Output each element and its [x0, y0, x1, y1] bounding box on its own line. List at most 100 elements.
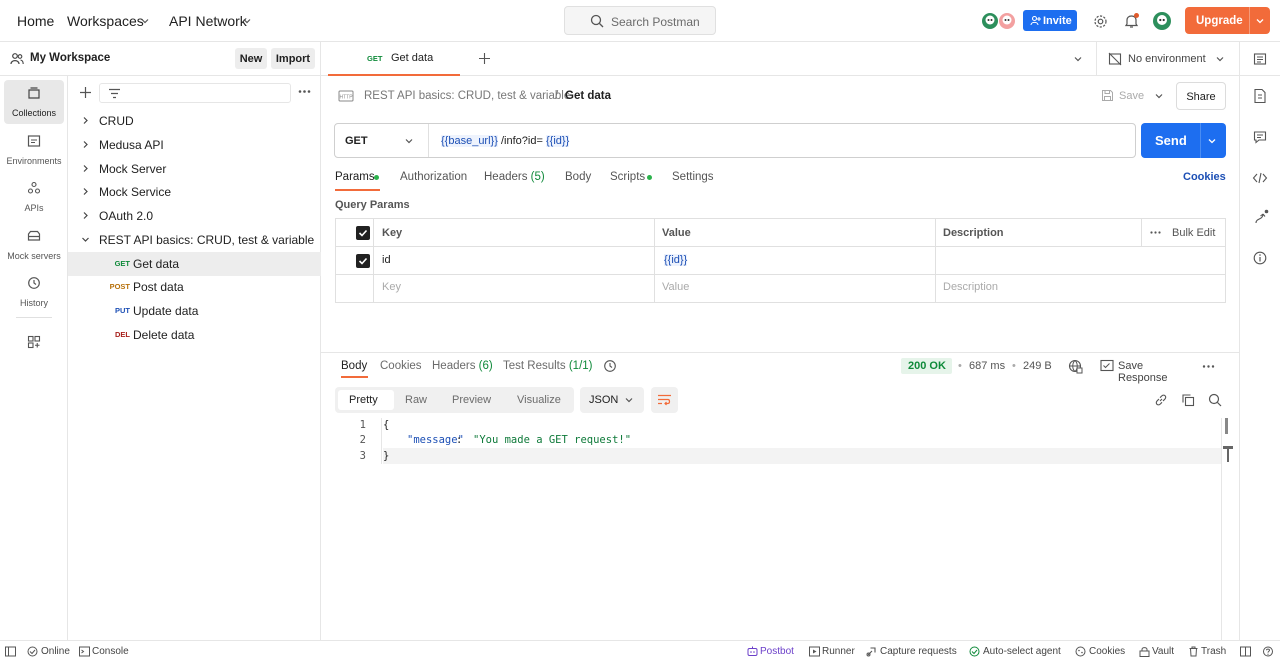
tab-get-data[interactable]: GET Get data [328, 42, 460, 76]
param-value-cell[interactable]: {{id}} [664, 254, 688, 266]
url-input[interactable]: {{base_url}} /info?id= {{id}} [439, 132, 1129, 150]
breadcrumb-collection[interactable]: REST API basics: CRUD, test & variable [364, 90, 570, 102]
new-param-value-input[interactable]: Value [662, 281, 689, 293]
method-value: GET [345, 135, 368, 147]
code-snippet-icon[interactable] [1252, 171, 1268, 185]
format-select[interactable]: JSON [580, 387, 644, 413]
rail-mock-servers[interactable]: Mock servers [4, 223, 64, 267]
request-item-post-data[interactable]: POST Post data [68, 275, 321, 299]
share-button[interactable]: Share [1176, 82, 1226, 110]
team-avatars[interactable] [980, 11, 1018, 31]
select-all-checkbox[interactable] [356, 226, 370, 240]
tab-scripts[interactable]: Scripts [610, 171, 660, 189]
new-param-description-input[interactable]: Description [943, 281, 998, 293]
collection-item[interactable]: Mock Service [68, 180, 321, 204]
rail-apis[interactable]: APIs [4, 175, 64, 219]
runner-button[interactable]: Runner [809, 645, 859, 658]
save-button[interactable]: Save [1098, 84, 1148, 108]
request-item-get-data[interactable]: GET Get data [68, 252, 321, 276]
upgrade-button[interactable]: Upgrade [1185, 7, 1270, 34]
param-row-checkbox[interactable] [356, 254, 370, 268]
tab-body[interactable]: Body [565, 171, 591, 183]
comments-icon[interactable] [1253, 130, 1267, 144]
rail-collections[interactable]: Collections [4, 80, 64, 124]
more-options-icon[interactable] [298, 89, 311, 94]
response-tab-tests-count: (1/1) [568, 360, 593, 372]
collection-item[interactable]: Mock Server [68, 157, 321, 181]
method-select[interactable]: GET [335, 124, 429, 157]
response-tab-body[interactable]: Body [341, 360, 368, 378]
request-item-update-data[interactable]: PUT Update data [68, 299, 321, 323]
tab-headers[interactable]: Headers (5) [484, 171, 545, 183]
environment-selector[interactable]: No environment [1108, 48, 1228, 70]
response-tab-headers[interactable]: Headers (6) [432, 360, 493, 372]
search-icon[interactable] [1208, 393, 1222, 407]
related-collections-icon[interactable] [1253, 209, 1269, 225]
collection-item[interactable]: Medusa API [68, 133, 321, 157]
help-icon[interactable] [1262, 646, 1274, 657]
view-preview[interactable]: Preview [452, 394, 491, 406]
response-tab-test-results[interactable]: Test Results (1/1) [503, 360, 593, 372]
invite-button[interactable]: Invite [1023, 10, 1077, 31]
documentation-icon[interactable] [1253, 88, 1267, 104]
import-button[interactable]: Import [271, 48, 315, 69]
cookies-link[interactable]: Cookies [1183, 171, 1226, 183]
collection-item-expanded[interactable]: REST API basics: CRUD, test & variable [68, 228, 321, 252]
param-key-cell[interactable]: id [382, 254, 391, 266]
tab-settings[interactable]: Settings [672, 171, 714, 183]
cookies-button[interactable]: Cookies [1075, 645, 1130, 658]
new-button[interactable]: New [235, 48, 267, 69]
settings-gear-icon[interactable] [1093, 14, 1108, 29]
new-tab-plus-icon[interactable] [478, 52, 491, 65]
api-network-menu[interactable]: API Network [169, 13, 247, 29]
rail-history[interactable]: History [4, 270, 64, 314]
current-line-highlight [383, 448, 1221, 464]
tab-authorization[interactable]: Authorization [400, 171, 467, 183]
view-pretty[interactable]: Pretty [349, 394, 378, 406]
layout-toggle-icon[interactable] [1240, 646, 1251, 657]
auto-select-agent-button[interactable]: Auto-select agent [969, 645, 1067, 658]
info-icon[interactable] [1253, 251, 1267, 265]
right-panel-icon[interactable] [1253, 52, 1267, 66]
link-icon[interactable] [1154, 393, 1168, 407]
save-response-button[interactable]: Save Response [1100, 358, 1195, 384]
user-avatar-icon[interactable] [1152, 11, 1172, 31]
tab-params[interactable]: Params [335, 171, 380, 191]
collections-filter-input[interactable] [99, 83, 291, 103]
copy-icon[interactable] [1181, 393, 1195, 407]
bulk-edit-button[interactable]: Bulk Edit [1172, 227, 1215, 239]
vault-button[interactable]: Vault [1139, 645, 1181, 658]
configure-sidebar-icon[interactable] [27, 335, 41, 349]
toggle-sidebar-icon[interactable] [5, 646, 16, 657]
new-param-key-input[interactable]: Key [382, 281, 401, 293]
collection-item[interactable]: CRUD [68, 109, 321, 133]
console-button[interactable]: Console [79, 645, 131, 658]
response-tab-cookies[interactable]: Cookies [380, 360, 422, 372]
rail-divider [16, 317, 52, 318]
more-options-icon[interactable] [1202, 364, 1215, 369]
request-item-delete-data[interactable]: DEL Delete data [68, 323, 321, 347]
send-button[interactable]: Send [1141, 123, 1226, 158]
notifications-bell-icon[interactable] [1124, 13, 1139, 29]
online-status[interactable]: Online [27, 645, 72, 658]
capture-requests-button[interactable]: Capture requests [866, 645, 961, 658]
view-visualize[interactable]: Visualize [517, 394, 561, 406]
word-wrap-button[interactable] [651, 387, 678, 413]
view-raw[interactable]: Raw [405, 394, 427, 406]
tabs-overflow-chevron-icon[interactable] [1073, 54, 1083, 64]
code-scrollbar[interactable] [1221, 418, 1239, 640]
more-options-icon[interactable] [1150, 230, 1161, 235]
breadcrumb-request-name[interactable]: Get data [565, 90, 611, 102]
network-globe-icon[interactable] [1068, 359, 1083, 374]
home-link[interactable]: Home [17, 13, 54, 29]
save-options-chevron-icon[interactable] [1154, 91, 1164, 101]
workspace-name[interactable]: My Workspace [30, 52, 110, 64]
rail-environments[interactable]: Environments [4, 128, 64, 172]
collection-item[interactable]: OAuth 2.0 [68, 204, 321, 228]
trash-button[interactable]: Trash [1188, 645, 1232, 658]
plus-icon[interactable] [79, 86, 92, 99]
postbot-button[interactable]: Postbot [747, 645, 799, 658]
workspaces-menu[interactable]: Workspaces [67, 13, 144, 29]
search-input[interactable]: Search Postman [564, 6, 716, 35]
response-history-icon[interactable] [603, 359, 617, 373]
